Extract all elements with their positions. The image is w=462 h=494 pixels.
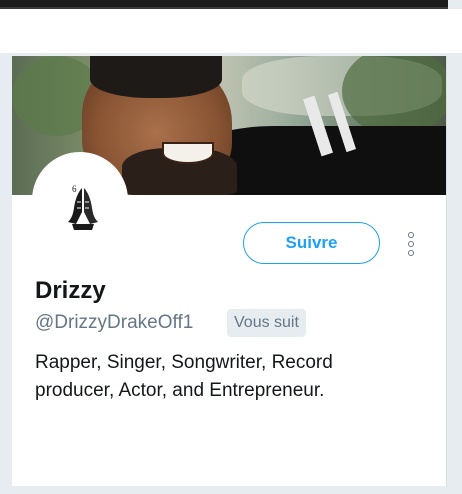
profile-bio: Rapper, Singer, Songwriter, Record produ… — [35, 349, 435, 405]
previous-card-edge — [0, 0, 448, 9]
bio-line: Rapper, Singer, Songwriter, Record — [35, 352, 333, 373]
bio-line: producer, Actor, and Entrepreneur. — [35, 380, 325, 401]
follow-button[interactable]: Suivre — [243, 222, 380, 264]
banner-foliage — [342, 56, 446, 136]
banner-smile — [162, 142, 214, 164]
banner-hair — [90, 56, 222, 98]
profile-card: 6 Suivre Drizzy @DrizzyDrakeOff1 Vous su… — [12, 56, 447, 486]
feed-gap — [0, 9, 462, 53]
profile-handle[interactable]: @DrizzyDrakeOff1 — [35, 312, 193, 334]
avatar-logo-number: 6 — [72, 184, 77, 194]
profile-name[interactable]: Drizzy — [35, 277, 106, 305]
follows-you-badge: Vous suit — [227, 309, 306, 337]
avatar[interactable]: 6 — [32, 152, 128, 248]
more-vertical-icon[interactable] — [404, 232, 420, 258]
praying-hands-logo-icon: 6 — [68, 184, 98, 230]
